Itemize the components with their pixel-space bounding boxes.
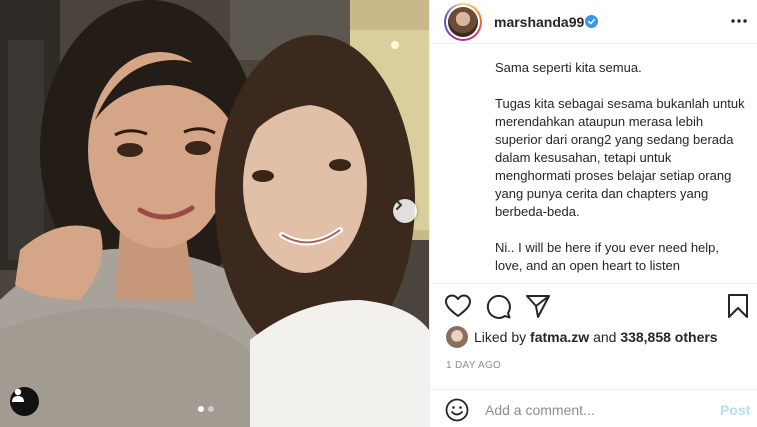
post-caption: Sama seperti kita semua. Tugas kita seba… bbox=[495, 60, 745, 273]
photo-illustration bbox=[0, 0, 429, 427]
likes-summary[interactable]: Liked by fatma.zw and 338,858 others bbox=[446, 325, 718, 349]
likes-count-link[interactable]: 338,858 others bbox=[620, 329, 717, 345]
more-horizontal-icon bbox=[731, 19, 747, 23]
tagged-users-button[interactable] bbox=[10, 387, 39, 416]
more-options-button[interactable] bbox=[730, 12, 748, 35]
user-icon bbox=[12, 388, 24, 402]
comment-icon[interactable] bbox=[484, 292, 512, 320]
avatar-image bbox=[448, 7, 478, 37]
comment-bar: Post bbox=[430, 389, 757, 427]
post-photo[interactable] bbox=[0, 0, 429, 427]
likes-prefix: Liked by bbox=[474, 329, 527, 345]
post-timestamp[interactable]: 1 DAY AGO bbox=[446, 360, 501, 371]
liker-avatar bbox=[446, 326, 468, 348]
likes-conjunction: and bbox=[593, 329, 617, 345]
comment-input[interactable] bbox=[485, 400, 705, 420]
post-side-panel: marshanda99 Sama seperti kita semua. Tug… bbox=[429, 0, 757, 427]
carousel-dot bbox=[208, 406, 214, 412]
username-link[interactable]: marshanda99 bbox=[494, 14, 584, 30]
liker-username-link[interactable]: fatma.zw bbox=[530, 329, 589, 345]
paper-plane-icon[interactable] bbox=[524, 292, 552, 320]
avatar[interactable] bbox=[444, 3, 482, 41]
heart-icon[interactable] bbox=[444, 292, 472, 320]
chevron-right-icon bbox=[396, 200, 403, 210]
post-header: marshanda99 bbox=[430, 0, 757, 44]
bookmark-icon[interactable] bbox=[724, 292, 752, 320]
emoji-icon[interactable] bbox=[445, 398, 469, 422]
carousel-dot-active bbox=[198, 406, 204, 412]
carousel-next-button[interactable] bbox=[393, 199, 417, 223]
action-bar bbox=[430, 283, 757, 327]
post-comment-button[interactable]: Post bbox=[720, 402, 750, 418]
verified-badge-icon bbox=[585, 15, 598, 28]
